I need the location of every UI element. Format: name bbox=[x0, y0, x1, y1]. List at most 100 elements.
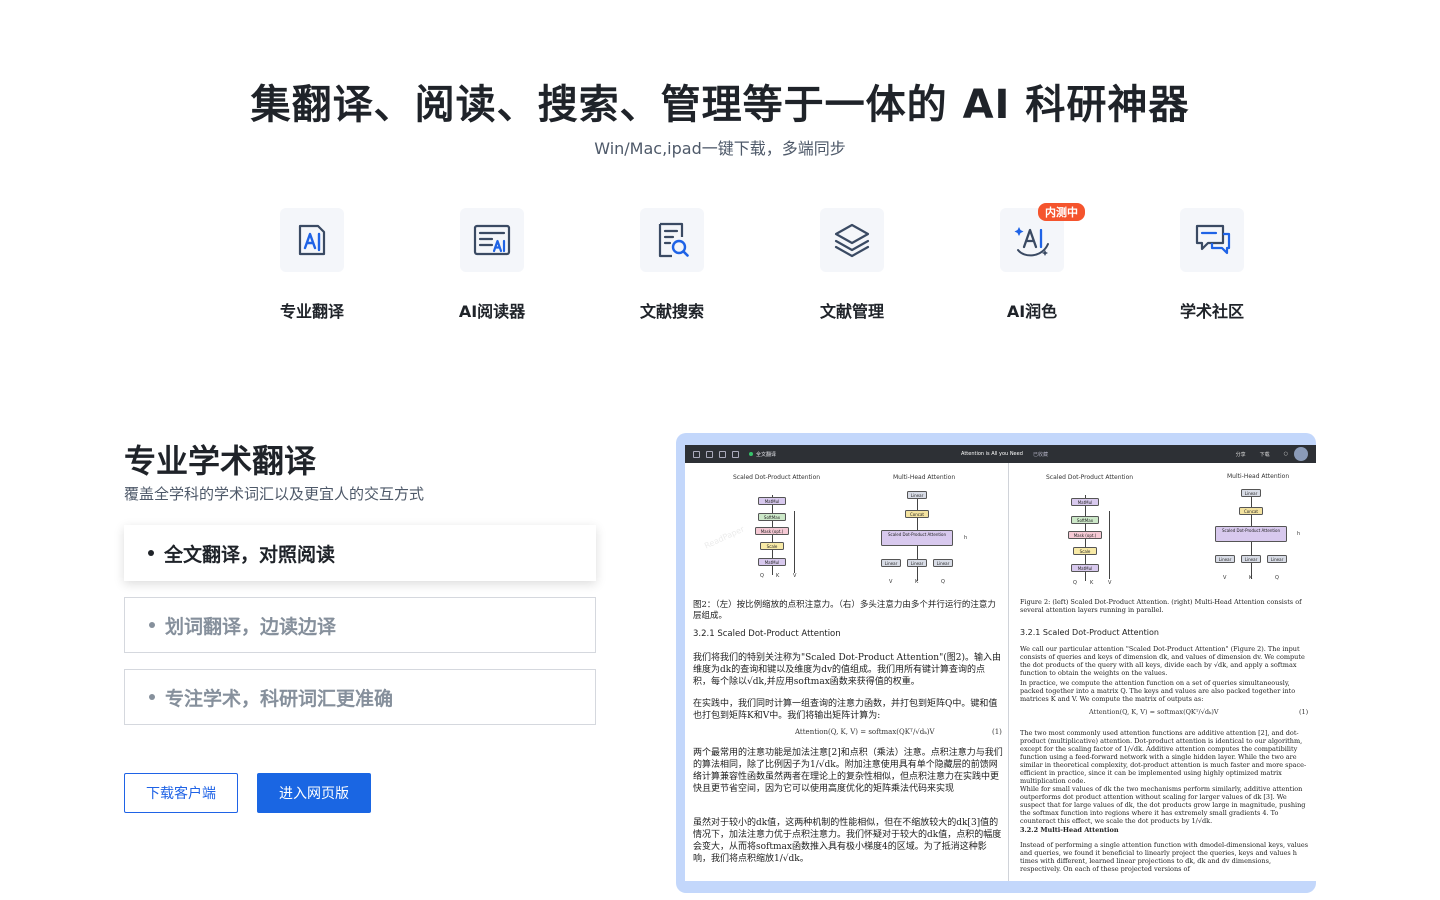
enter-web-button[interactable]: 进入网页版 bbox=[257, 773, 371, 813]
feature-document-search[interactable]: 文献搜索 bbox=[582, 208, 762, 328]
feature-list: 专业翻译 AI阅读器 文献搜索 文献管理 内测中 AI润色 学术社区 bbox=[222, 203, 1302, 328]
saved-status: 已收藏 bbox=[1033, 452, 1049, 458]
feature-label: 学术社区 bbox=[1179, 302, 1244, 321]
feature-label: AI阅读器 bbox=[458, 302, 526, 321]
bullet-dot bbox=[149, 622, 155, 628]
translated-page: Scaled Dot-Product Attention Multi-Head … bbox=[685, 463, 1008, 881]
page-title: 集翻译、阅读、搜索、管理等于一体的 AI 科研神器 bbox=[250, 82, 1190, 128]
diagram-box-linear: Linear bbox=[1241, 555, 1261, 563]
diagram-title: Scaled Dot-Product Attention bbox=[733, 474, 821, 481]
bell-icon: ○ bbox=[1283, 451, 1288, 457]
figure-caption: 图2：（左）按比例缩放的点积注意力。（右）多头注意力由多个并行运行的注意力层组成… bbox=[693, 600, 996, 621]
feature-tab-selection-translation[interactable]: 划词翻译，边读边译 bbox=[124, 597, 596, 653]
feature-label: AI润色 bbox=[1006, 302, 1058, 321]
diagram-box-linear: Linear bbox=[933, 559, 953, 567]
diagram-box-softmax: SoftMax bbox=[1071, 516, 1099, 524]
diagram-box-scale: Scale bbox=[760, 542, 784, 550]
paragraph: 在实践中，我们同时计算一组查询的注意力函数，并打包到矩阵Q中。键和值也打包到矩阵… bbox=[693, 699, 998, 721]
watermark: ReadPaper bbox=[703, 524, 746, 551]
avatar bbox=[1294, 447, 1308, 461]
diagram-line bbox=[1109, 511, 1110, 579]
document-title: Attention is All you Need bbox=[961, 451, 1023, 457]
original-page: Scaled Dot-Product Attention Multi-Head … bbox=[1009, 463, 1316, 881]
diagram-box-mask: Mask (opt.) bbox=[755, 527, 789, 535]
diagram-label-v: V bbox=[889, 579, 893, 585]
feature-translate[interactable]: 专业翻译 bbox=[222, 208, 402, 328]
paragraph: While for small values of dk the two mec… bbox=[1020, 785, 1306, 825]
diagram-box-linear: Linear bbox=[907, 559, 927, 567]
diagram-line bbox=[794, 511, 795, 573]
search-icon bbox=[732, 450, 739, 458]
diagram-title: Scaled Dot-Product Attention bbox=[1046, 474, 1134, 481]
diagram-box-matmul: MatMul bbox=[1071, 498, 1099, 506]
diagram-box-concat: Concat bbox=[1239, 507, 1263, 515]
translate-icon bbox=[280, 208, 344, 272]
diagram-label-k: K bbox=[915, 579, 919, 585]
download-client-button[interactable]: 下载客户端 bbox=[124, 773, 238, 813]
logo-icon bbox=[693, 450, 700, 458]
equation-number: (1) bbox=[992, 728, 1002, 736]
diagram-box-softmax: SoftMax bbox=[758, 513, 786, 521]
feature-document-management[interactable]: 文献管理 bbox=[762, 208, 942, 328]
section-heading: 3.2.1 Scaled Dot-Product Attention bbox=[693, 629, 841, 639]
feature-ai-polish[interactable]: 内测中 AI润色 bbox=[942, 203, 1122, 328]
diagram-label-v: V bbox=[1108, 580, 1112, 586]
ai-polish-icon: 内测中 bbox=[1000, 203, 1085, 272]
feature-tab-label: 全文翻译，对照阅读 bbox=[164, 543, 336, 566]
reader-window: 全文翻译 Attention is All you Need 已收藏 分享 下载… bbox=[685, 445, 1316, 881]
diagram-box-linear: Linear bbox=[1215, 555, 1235, 563]
diagram-box-matmul: MatMul bbox=[1071, 564, 1099, 572]
bullet-dot bbox=[149, 694, 155, 700]
page-subtitle: Win/Mac,ipad一键下载，多端同步 bbox=[594, 139, 846, 158]
paragraph: 我们将我们的特别关注称为"Scaled Dot-Product Attentio… bbox=[693, 653, 1001, 687]
diagram-box-sdpa: Scaled Dot-Product Attention bbox=[881, 530, 953, 546]
diagram-box-linear: Linear bbox=[881, 559, 901, 567]
paragraph: 虽然对于较小的dk值，这两种机制的性能相似，但在不缩放较大的dk[3]值的情况下… bbox=[693, 818, 1002, 864]
diagram-label-q: Q bbox=[1275, 575, 1279, 581]
feature-tab-full-translation[interactable]: 全文翻译，对照阅读 bbox=[124, 525, 596, 581]
ai-reader-icon bbox=[460, 208, 524, 272]
status-dot bbox=[749, 452, 753, 456]
diagram-label-k: K bbox=[1090, 580, 1094, 586]
feature-label: 文献管理 bbox=[819, 302, 884, 321]
feature-ai-reader[interactable]: AI阅读器 bbox=[402, 208, 582, 328]
reader-toolbar: 全文翻译 Attention is All you Need 已收藏 分享 下载… bbox=[685, 445, 1316, 463]
diagram-box-matmul: MatMul bbox=[758, 497, 786, 505]
beta-badge: 内测中 bbox=[1038, 203, 1085, 221]
section-subtitle: 覆盖全学科的学术词汇以及更宜人的交互方式 bbox=[124, 485, 425, 503]
diagram-label-h: h bbox=[1297, 531, 1301, 537]
diagram-label-q: Q bbox=[1073, 580, 1077, 586]
diagram-box-matmul: MatMul bbox=[758, 558, 786, 566]
equation: Attention(Q, K, V) = softmax(QKᵀ/√dₖ)V bbox=[1089, 708, 1219, 716]
figure-caption: Figure 2: (left) Scaled Dot-Product Atte… bbox=[1020, 598, 1302, 614]
equation-number: (1) bbox=[1299, 708, 1309, 716]
diagram-box-sdpa: Scaled Dot-Product Attention bbox=[1215, 526, 1287, 542]
document-search-icon bbox=[640, 208, 704, 272]
diagram-box-linear: Linear bbox=[1267, 555, 1287, 563]
product-screenshot: 全文翻译 Attention is All you Need 已收藏 分享 下载… bbox=[676, 433, 1316, 893]
section-heading: 3.2.2 Multi-Head Attention bbox=[1020, 826, 1119, 834]
feature-community[interactable]: 学术社区 bbox=[1122, 208, 1302, 328]
equation: Attention(Q, K, V) = softmax(QKᵀ/√dₖ)V bbox=[795, 728, 935, 736]
diagram-box-scale: Scale bbox=[1073, 547, 1097, 555]
diagram-label-q: Q bbox=[760, 573, 764, 579]
community-chat-icon bbox=[1180, 208, 1244, 272]
diagram-box-concat: Concat bbox=[905, 510, 929, 518]
diagram-label-v: V bbox=[793, 573, 797, 579]
diagram-box-linear: Linear bbox=[1241, 489, 1261, 497]
diagram-box-mask: Mask (opt.) bbox=[1068, 531, 1102, 539]
bullet-dot bbox=[148, 550, 154, 556]
feature-tab-label: 划词翻译，边读边译 bbox=[165, 615, 337, 638]
feature-tab-academic-accuracy[interactable]: 专注学术，科研词汇更准确 bbox=[124, 669, 596, 725]
crop-icon bbox=[706, 450, 713, 458]
diagram-label-k: K bbox=[776, 573, 780, 579]
layers-icon bbox=[820, 208, 884, 272]
paragraph: In practice, we compute the attention fu… bbox=[1020, 679, 1296, 703]
download-button: 下载 bbox=[1259, 452, 1270, 458]
share-button: 分享 bbox=[1235, 452, 1246, 458]
diagram-title: Multi-Head Attention bbox=[893, 474, 956, 481]
diagram-label-q: Q bbox=[941, 579, 945, 585]
feature-label: 专业翻译 bbox=[279, 302, 344, 321]
highlight-icon bbox=[719, 450, 726, 458]
diagram-label-v: V bbox=[1223, 575, 1227, 581]
